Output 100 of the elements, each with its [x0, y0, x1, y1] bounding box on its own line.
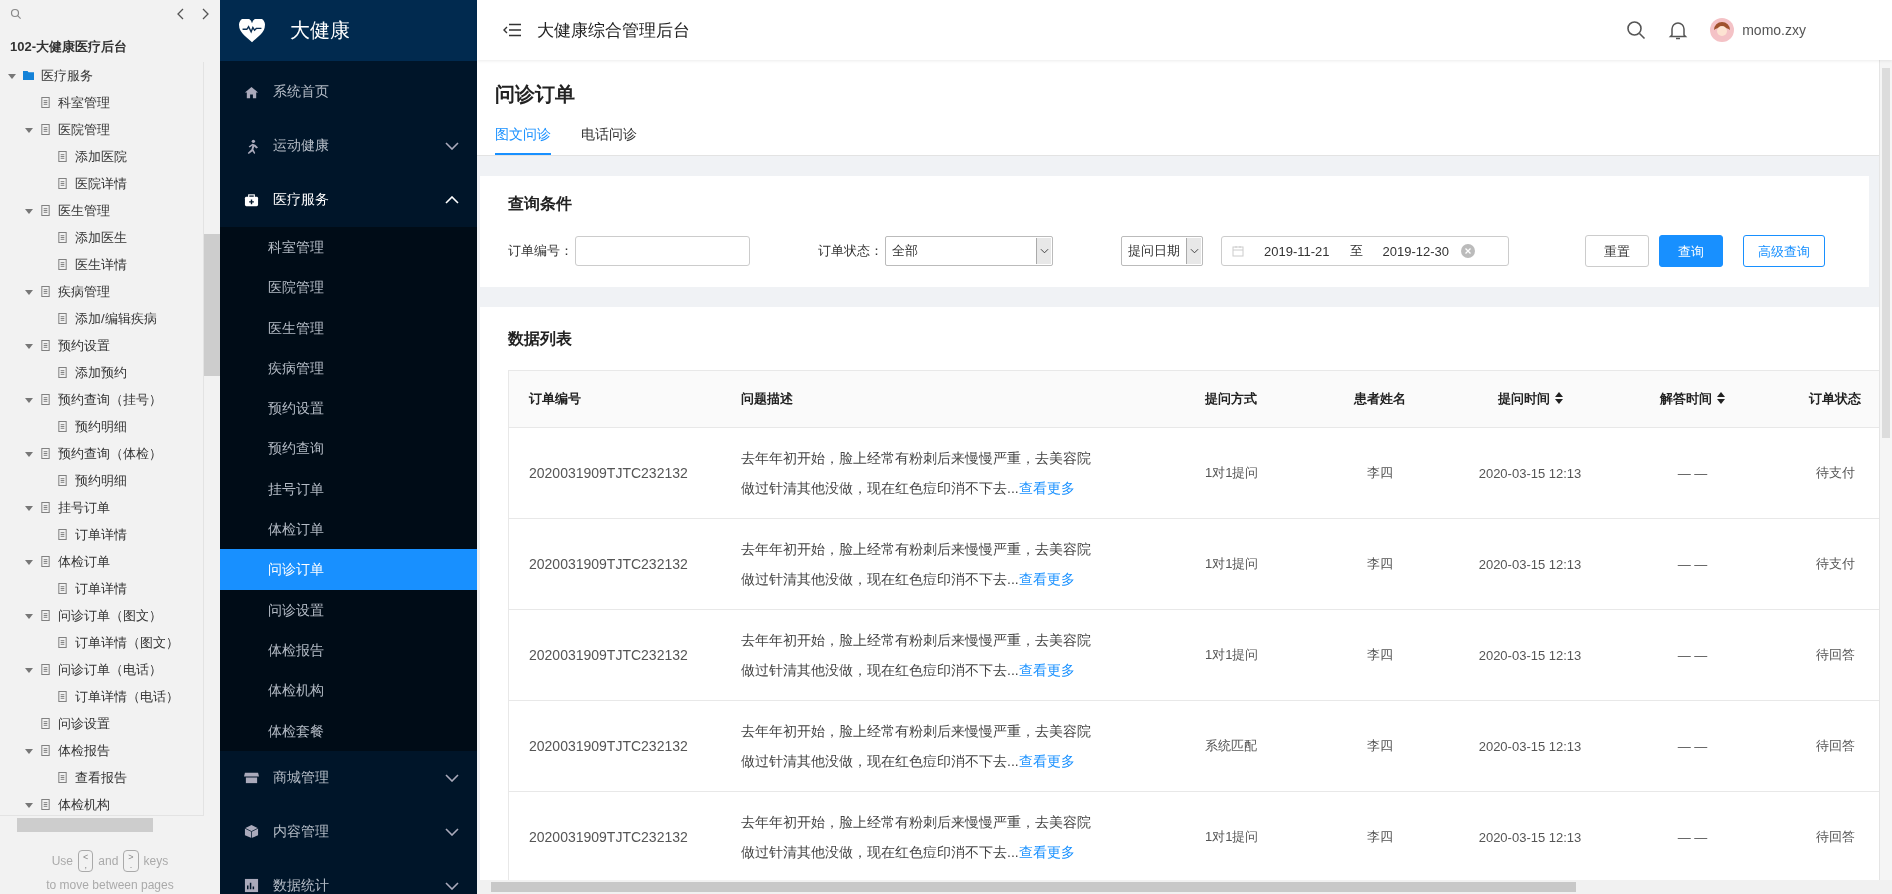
tree-item[interactable]: 医生管理: [58, 201, 110, 220]
previous-icon[interactable]: [176, 8, 186, 20]
next-icon[interactable]: [200, 8, 210, 20]
horizontal-scrollbar[interactable]: [477, 880, 1892, 894]
submenu-item[interactable]: 挂号订单: [220, 468, 477, 510]
caret-icon[interactable]: [25, 611, 33, 620]
tree-item[interactable]: 问诊设置: [58, 714, 110, 733]
document-icon: [40, 502, 51, 513]
tab[interactable]: 电话问诊: [581, 122, 637, 155]
tree-item[interactable]: 添加医生: [75, 228, 127, 247]
select-field[interactable]: 提问日期: [1121, 236, 1203, 266]
tree-item[interactable]: 医疗服务: [41, 66, 93, 85]
submenu-item[interactable]: 预约设置: [220, 388, 477, 429]
document-icon: [40, 448, 51, 459]
tree-item[interactable]: 体检报告: [58, 741, 110, 760]
document-icon: [40, 799, 51, 810]
table-cell: — —: [1677, 647, 1708, 663]
tree-item[interactable]: 添加/编辑疾病: [75, 309, 157, 328]
caret-icon[interactable]: [25, 557, 33, 566]
tree-item[interactable]: 体检机构: [58, 795, 110, 814]
reset-button[interactable]: 重置: [1585, 235, 1649, 267]
table-cell-text: 去年年初开始，脸上经常有粉刺后来慢慢严重，去美容院做过针清其他没做，现在红色痘印消不下去...查看更多: [741, 449, 1092, 498]
calendar-icon: [1232, 245, 1244, 257]
tree-item[interactable]: 预约明细: [75, 471, 127, 490]
caret-icon[interactable]: [25, 665, 33, 674]
tree-item[interactable]: 订单详情（图文）: [75, 633, 179, 652]
tree-item[interactable]: 科室管理: [58, 93, 110, 112]
table-cell: 2020031909TJTC232132: [529, 738, 688, 754]
menu-item[interactable]: 商城管理: [220, 750, 477, 805]
submenu-item[interactable]: 体检订单: [220, 509, 477, 550]
date-range-field[interactable]: 2019-11-21 至 2019-12-30: [1221, 236, 1509, 266]
column-header[interactable]: 提问时间: [1450, 371, 1610, 428]
submenu-item[interactable]: 疾病管理: [220, 347, 477, 389]
tree-item[interactable]: 预约明细: [75, 417, 127, 436]
document-icon: [40, 610, 51, 621]
submenu-item[interactable]: 问诊设置: [220, 589, 477, 630]
menu-item[interactable]: 系统首页: [220, 65, 477, 119]
caret-icon[interactable]: [25, 395, 33, 404]
user-name[interactable]: momo.zxy: [1742, 22, 1852, 38]
tree-item[interactable]: 预约查询（体检）: [58, 444, 162, 463]
table-cell: 1对1提问: [1205, 465, 1259, 480]
input-field[interactable]: [575, 236, 750, 266]
table-cell: 待回答: [1815, 738, 1855, 753]
tree-item[interactable]: 问诊订单（电话）: [58, 660, 162, 679]
tree-item[interactable]: 体检订单: [58, 552, 110, 571]
submenu-item[interactable]: 科室管理: [220, 227, 477, 268]
tree-item[interactable]: 疾病管理: [58, 282, 110, 301]
tree-item[interactable]: 订单详情（电话）: [75, 687, 179, 706]
bell-icon[interactable]: [1668, 20, 1689, 40]
tree-item[interactable]: 订单详情: [75, 525, 127, 544]
menu-item[interactable]: 内容管理: [220, 804, 477, 859]
submenu-item[interactable]: 体检套餐: [220, 710, 477, 751]
caret-icon[interactable]: [25, 449, 33, 458]
caret-icon[interactable]: [25, 341, 33, 350]
tree-item[interactable]: 查看报告: [75, 768, 127, 787]
caret-icon[interactable]: [25, 125, 33, 134]
tree-item[interactable]: 挂号订单: [58, 498, 110, 517]
caret-icon[interactable]: [25, 206, 33, 215]
caret-icon[interactable]: [25, 503, 33, 512]
scrollbar[interactable]: [1879, 60, 1892, 880]
tree-item[interactable]: 添加预约: [75, 363, 127, 382]
avatar[interactable]: [1710, 18, 1735, 42]
caret-icon[interactable]: [8, 71, 16, 80]
select-field[interactable]: 全部: [885, 236, 1053, 266]
search-icon[interactable]: [10, 8, 22, 20]
search-icon[interactable]: [1626, 20, 1647, 40]
sort-icon[interactable]: [1717, 392, 1725, 404]
submenu-item[interactable]: 体检报告: [220, 629, 477, 671]
tree-item[interactable]: 添加医院: [75, 147, 127, 166]
tree-item[interactable]: 问诊订单（图文）: [58, 606, 162, 625]
tree-item[interactable]: 医院详情: [75, 174, 127, 193]
section-title: 查询条件: [508, 194, 573, 214]
document-icon: [57, 637, 68, 648]
submenu-item[interactable]: 医生管理: [220, 307, 477, 348]
tree-item[interactable]: 医院管理: [58, 120, 110, 139]
tree-item[interactable]: 医生详情: [75, 255, 127, 274]
horizontal-scrollbar[interactable]: [0, 815, 204, 832]
menu-item[interactable]: 运动健康: [220, 119, 477, 173]
column-header[interactable]: 解答时间: [1610, 371, 1775, 428]
menu-icon[interactable]: [503, 23, 521, 37]
tree-item[interactable]: 订单详情: [75, 579, 127, 598]
caret-icon[interactable]: [25, 800, 33, 809]
document-icon: [57, 529, 68, 540]
tree-item[interactable]: 预约查询（挂号）: [58, 390, 162, 409]
sort-icon[interactable]: [1554, 392, 1563, 404]
table-cell: 2020031909TJTC232132: [529, 829, 688, 845]
caret-icon[interactable]: [25, 287, 33, 296]
table-cell: 李四: [1367, 829, 1393, 844]
table-cell: 2020-03-15 12:13: [1478, 738, 1582, 754]
table-cell: 待支付: [1815, 465, 1855, 480]
tree-item[interactable]: 预约设置: [58, 336, 110, 355]
folder-icon: [23, 70, 34, 81]
table-cell: 待回答: [1815, 647, 1855, 662]
caret-icon[interactable]: [25, 746, 33, 755]
submenu-item[interactable]: 预约查询: [220, 428, 477, 469]
column-header: 订单编号: [509, 371, 740, 428]
menu-item[interactable]: 数据统计: [220, 858, 477, 894]
menu-item[interactable]: 医疗服务: [220, 173, 477, 227]
submenu-item[interactable]: 医院管理: [220, 267, 477, 308]
submenu-item[interactable]: 体检机构: [220, 670, 477, 711]
